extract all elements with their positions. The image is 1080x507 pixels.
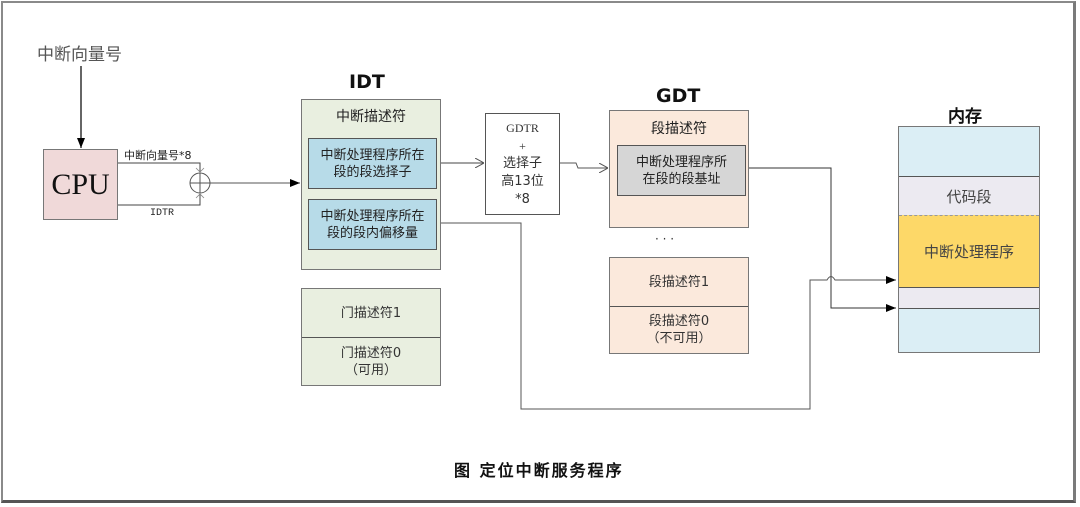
segment-descriptor-0-label: 段描述符0 [648, 314, 710, 329]
cpu-to-adder-bottom-wire [118, 194, 201, 206]
idt-field-line: 中断处理程序所在 [320, 147, 425, 163]
gdtr-calculation-box: GDTR + 选择子 高13位 *8 [485, 113, 560, 215]
segment-descriptor-0: 段描述符0 （不可用） [610, 307, 748, 353]
gate-descriptor-0-label: 门描述符0 [340, 345, 402, 361]
gdtr-line: *8 [515, 192, 530, 207]
segment-base-to-memory-arrow [742, 167, 896, 312]
idt-field-segment-offset: 中断处理程序所在 段的段内偏移量 [308, 199, 437, 250]
gdt-field-line: 在段的段基址 [642, 171, 721, 187]
gdtr-line: 高13位 [501, 174, 544, 189]
gdt-field-segment-base: 中断处理程序所 在段的段基址 [617, 145, 746, 196]
gdtr-line: 选择子 [502, 156, 542, 171]
cpu-block: CPU [43, 149, 118, 220]
idt-descriptor-header: 中断描述符 [336, 109, 406, 125]
gdtr-line: + [519, 139, 526, 153]
idt-title: IDT [349, 71, 385, 93]
vector-times-8-label: 中断向量号*8 [124, 149, 192, 162]
idtr-label: IDTR [150, 208, 175, 219]
memory-code-segment-tail [899, 287, 1039, 309]
idt-interrupt-descriptor: 中断描述符 中断处理程序所在 段的段选择子 中断处理程序所在 段的段内偏移量 [301, 99, 441, 270]
memory-title: 内存 [948, 107, 982, 127]
gate-descriptor-0: 门描述符0 （可用） [302, 338, 440, 385]
figure-caption: 图 定位中断服务程序 [454, 461, 624, 480]
gdtr-line: GDTR [506, 121, 539, 135]
cpu-label: CPU [51, 167, 110, 201]
gdt-descriptor-header: 段描述符 [651, 121, 707, 137]
segment-descriptor-0-note: （不可用） [646, 331, 712, 346]
gdtr-to-gdt-arrow [560, 162, 608, 168]
gdt-segment-descriptor: 段描述符 中断处理程序所 在段的段基址 [609, 110, 749, 228]
idt-gate-descriptors: 门描述符1 门描述符0 （可用） [301, 288, 441, 386]
idt-field-line: 中断处理程序所在 [320, 208, 425, 224]
memory-code-segment: 代码段 [899, 176, 1039, 215]
gate-descriptor-1: 门描述符1 [302, 289, 440, 338]
gdt-field-line: 中断处理程序所 [635, 154, 727, 170]
gdt-ellipsis: · · · [655, 232, 675, 246]
gate-descriptor-0-note: （可用） [344, 362, 397, 378]
segment-descriptor-1-label: 段描述符1 [648, 274, 710, 290]
idt-field-line: 段的段选择子 [333, 164, 412, 180]
segment-descriptor-1: 段描述符1 [610, 258, 748, 307]
memory-block: 代码段 中断处理程序 [898, 126, 1040, 353]
gate-descriptor-1-label: 门描述符1 [340, 305, 402, 321]
interrupt-handler-label: 中断处理程序 [923, 243, 1014, 261]
code-segment-label: 代码段 [946, 187, 992, 206]
gdt-title: GDT [656, 85, 701, 107]
memory-interrupt-handler: 中断处理程序 [899, 215, 1039, 287]
idt-field-segment-selector: 中断处理程序所在 段的段选择子 [308, 138, 437, 189]
gdt-segment-descriptors: 段描述符1 段描述符0 （不可用） [609, 257, 749, 354]
interrupt-vector-label: 中断向量号 [37, 45, 122, 65]
cpu-to-adder-top-wire [118, 162, 201, 172]
adder-icon [189, 167, 211, 199]
idt-field-line: 段的段内偏移量 [326, 225, 418, 241]
